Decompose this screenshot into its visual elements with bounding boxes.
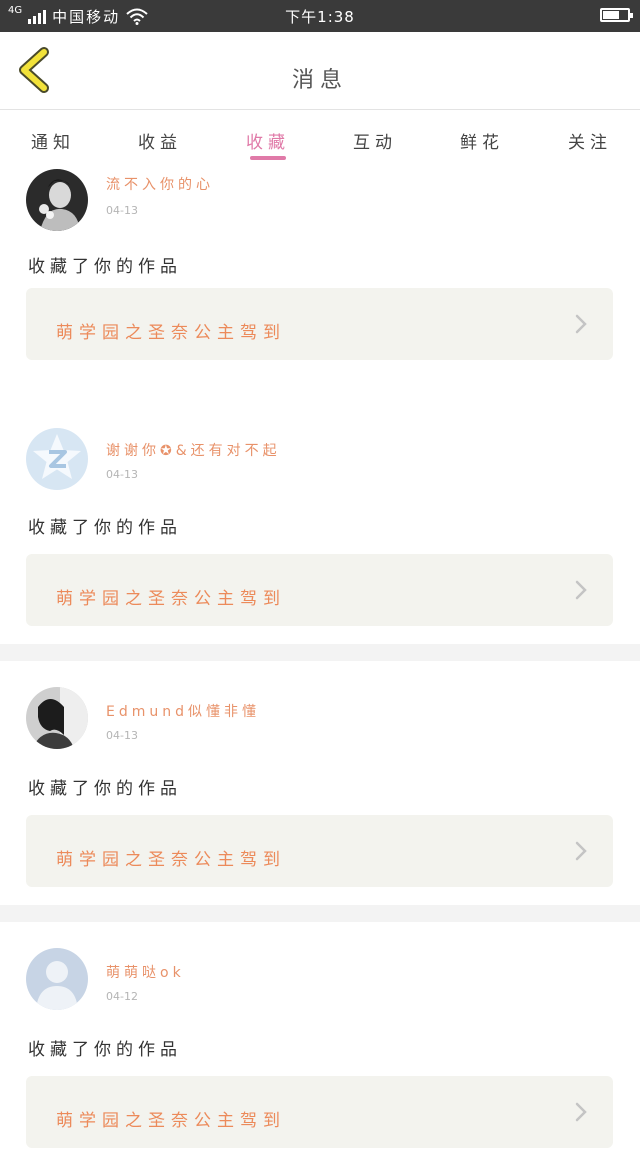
notification-action: 收藏了你的作品 (28, 257, 182, 277)
notification-card: 流不入你的心 04-13 收藏了你的作品 萌学园之圣奈公主驾到 (0, 164, 640, 408)
tab-bar: 通知 收益 收藏 互动 鲜花 关注 (0, 110, 640, 164)
work-link[interactable]: 萌学园之圣奈公主驾到 (26, 1076, 613, 1148)
chevron-right-icon (575, 314, 587, 334)
status-bar: 4G 中国移动 下午1:38 (0, 0, 640, 32)
tab-favorites[interactable]: 收藏 (223, 110, 313, 164)
avatar[interactable] (26, 687, 88, 749)
notification-action: 收藏了你的作品 (28, 779, 182, 799)
tab-label: 鲜花 (460, 133, 504, 153)
username-link[interactable]: 谢谢你✪&还有对不起 (106, 440, 281, 460)
nav-bar: 消息 (0, 32, 640, 110)
tab-flowers[interactable]: 鲜花 (437, 110, 527, 164)
chevron-right-icon (575, 841, 587, 861)
notification-date: 04-13 (106, 468, 138, 481)
work-link[interactable]: 萌学园之圣奈公主驾到 (26, 288, 613, 360)
username-link[interactable]: Edmund似懂非懂 (106, 701, 260, 721)
notification-date: 04-13 (106, 204, 138, 217)
tab-label: 收藏 (246, 133, 290, 153)
username-link[interactable]: 流不入你的心 (106, 174, 214, 194)
tab-following[interactable]: 关注 (545, 110, 635, 164)
notification-date: 04-12 (106, 990, 138, 1003)
avatar[interactable] (26, 169, 88, 231)
tab-notifications[interactable]: 通知 (8, 110, 98, 164)
avatar[interactable] (26, 428, 88, 490)
chevron-right-icon (575, 580, 587, 600)
avatar[interactable] (26, 948, 88, 1010)
battery-icon (600, 8, 633, 22)
notification-card: 萌萌哒ok 04-12 收藏了你的作品 萌学园之圣奈公主驾到 (0, 922, 640, 1166)
tab-earnings[interactable]: 收益 (115, 110, 205, 164)
notification-date: 04-13 (106, 729, 138, 742)
tab-label: 互动 (353, 133, 397, 153)
battery-level (603, 11, 619, 19)
work-title: 萌学园之圣奈公主驾到 (56, 589, 286, 609)
notification-card: 谢谢你✪&还有对不起 04-13 收藏了你的作品 萌学园之圣奈公主驾到 (0, 400, 640, 644)
tab-label: 收益 (138, 133, 182, 153)
work-link[interactable]: 萌学园之圣奈公主驾到 (26, 554, 613, 626)
username-link[interactable]: 萌萌哒ok (106, 962, 185, 982)
active-tab-indicator (250, 156, 286, 160)
page-title: 消息 (291, 68, 348, 93)
notification-action: 收藏了你的作品 (28, 518, 182, 538)
work-title: 萌学园之圣奈公主驾到 (56, 323, 286, 343)
work-title: 萌学园之圣奈公主驾到 (56, 1111, 286, 1131)
work-link[interactable]: 萌学园之圣奈公主驾到 (26, 815, 613, 887)
tab-label: 关注 (568, 133, 612, 153)
status-time: 下午1:38 (285, 8, 355, 26)
tab-interactions[interactable]: 互动 (330, 110, 420, 164)
tab-label: 通知 (31, 133, 75, 153)
notification-action: 收藏了你的作品 (28, 1040, 182, 1060)
work-title: 萌学园之圣奈公主驾到 (56, 850, 286, 870)
notification-card: Edmund似懂非懂 04-13 收藏了你的作品 萌学园之圣奈公主驾到 (0, 661, 640, 905)
chevron-right-icon (575, 1102, 587, 1122)
